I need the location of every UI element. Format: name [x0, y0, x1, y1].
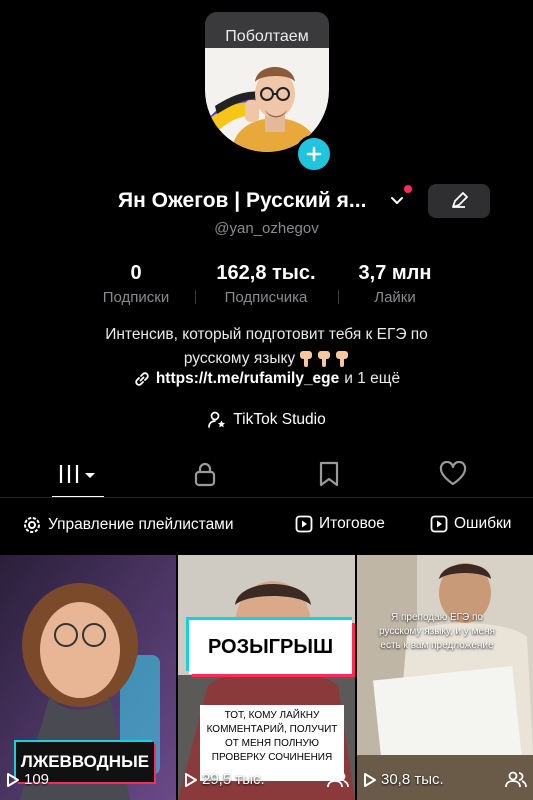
pointing-down-emoji-icon — [318, 351, 331, 367]
view-count-text: 109 — [24, 771, 50, 788]
tab-private[interactable] — [138, 452, 271, 496]
plus-icon — [306, 146, 322, 162]
gear-icon — [24, 517, 40, 533]
stat-following[interactable]: 0 Подписки — [88, 262, 184, 306]
video-caption: РОЗЫГРЫШ — [207, 636, 334, 658]
multi-people-icon — [327, 771, 349, 788]
tiktok-studio-button[interactable]: TikTok Studio — [0, 410, 533, 430]
video-grid: ЛЖЕВВОДНЫЕ 109 РОЗЫГРЫШ ТОТ, КОМУ ЛАЙКНУ… — [0, 555, 533, 800]
grid-icon — [59, 465, 95, 483]
display-name[interactable]: Ян Ожегов | Русский я... — [118, 189, 366, 213]
bookmark-icon — [319, 461, 338, 487]
pencil-icon — [452, 192, 468, 208]
play-icon — [364, 772, 376, 787]
link-icon — [135, 372, 149, 386]
profile-bio: Интенсив, который подготовит тебя к ЕГЭ … — [0, 323, 533, 371]
stat-label: Лайки — [374, 289, 416, 306]
stat-label: Подписки — [102, 289, 170, 306]
play-icon — [7, 772, 19, 787]
tab-liked[interactable] — [386, 452, 519, 496]
heart-icon — [439, 461, 466, 486]
playlist-bar: Управление плейлистами Итоговое Ошибки — [0, 512, 533, 542]
view-count-text: 30,8 тыс. — [381, 771, 444, 788]
profile-name-row: Ян Ожегов | Русский я... — [0, 183, 533, 223]
stat-value: 3,7 млн — [358, 262, 432, 284]
tab-favorites[interactable] — [262, 452, 395, 496]
tab-videos[interactable] — [12, 452, 145, 496]
video-thumbnail[interactable]: РОЗЫГРЫШ ТОТ, КОМУ ЛАЙКНУ КОММЕНТАРИЙ, П… — [178, 555, 355, 800]
stat-value: 162,8 тыс. — [216, 262, 316, 284]
stat-divider — [195, 290, 196, 304]
view-count: 109 — [6, 771, 49, 788]
multi-people-icon — [505, 771, 527, 788]
profile-tabs — [0, 452, 533, 498]
lock-icon — [194, 462, 215, 487]
stat-label: Подписчика — [224, 289, 308, 306]
manage-playlists-button[interactable]: Управление плейлистами — [22, 515, 234, 535]
bio-link[interactable]: https://t.me/rufamily_ege и 1 ещё — [0, 370, 533, 388]
playlist-icon — [430, 515, 448, 533]
video-caption: Я преподаю ЕГЭ по русскому языку, и у ме… — [379, 612, 495, 651]
person-star-icon — [208, 411, 226, 428]
studio-label: TikTok Studio — [233, 411, 326, 428]
play-icon — [185, 772, 197, 787]
tabs-divider — [0, 497, 533, 498]
playlist-label: Итоговое — [319, 515, 385, 532]
notification-dot — [404, 185, 412, 193]
stat-likes[interactable]: 3,7 млн Лайки — [345, 262, 445, 306]
edit-profile-button[interactable] — [428, 184, 490, 218]
stat-followers[interactable]: 162,8 тыс. Подписчика — [200, 262, 332, 306]
pointing-down-emoji-icon — [336, 351, 349, 367]
video-thumbnail[interactable]: ЛЖЕВВОДНЫЕ 109 — [0, 555, 176, 800]
bio-line: русскому языку — [183, 350, 296, 367]
tooltip-text: Поболтаем — [225, 28, 309, 45]
view-count-text: 29,5 тыс. — [202, 771, 265, 788]
view-count: 30,8 тыс. — [363, 771, 444, 788]
add-story-button[interactable] — [295, 135, 333, 173]
view-count: 29,5 тыс. — [184, 771, 265, 788]
playlist-oshibki[interactable]: Ошибки — [430, 515, 511, 533]
chevron-down-icon[interactable] — [388, 191, 406, 209]
pointing-down-emoji-icon — [300, 351, 313, 367]
link-url[interactable]: https://t.me/rufamily_ege — [156, 370, 339, 388]
stat-divider — [338, 290, 339, 304]
playlist-itogovoe[interactable]: Итоговое — [295, 515, 385, 533]
playlist-label: Управление плейлистами — [48, 516, 234, 533]
stat-value: 0 — [130, 262, 142, 284]
bio-line: Интенсив, который подготовит тебя к ЕГЭ … — [105, 326, 428, 343]
playlist-icon — [295, 515, 313, 533]
playlist-label: Ошибки — [454, 515, 512, 532]
username-handle: @yan_ozhegov — [214, 220, 319, 237]
video-thumbnail[interactable]: Я преподаю ЕГЭ по русскому языку, и у ме… — [357, 555, 533, 800]
link-more[interactable]: и 1 ещё — [344, 370, 400, 388]
